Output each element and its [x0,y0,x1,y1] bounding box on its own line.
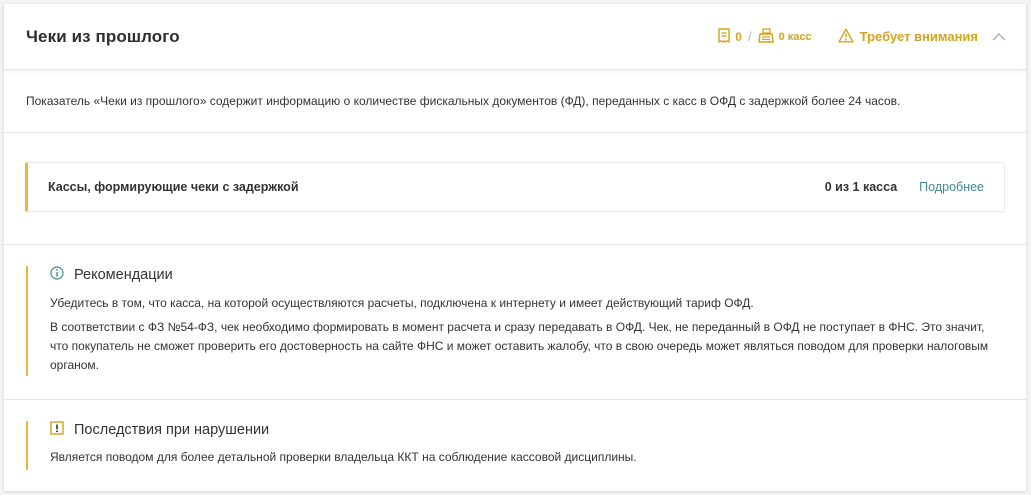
consequences-text: Является поводом для более детальной про… [50,450,637,464]
info-icon [50,266,74,284]
consequences-title-text: Последствия при нарушении [74,422,270,438]
receipts-stat: 0 [718,27,742,46]
exclamation-box-icon [50,421,74,439]
receipt-icon [718,27,735,46]
receipts-count: 0 [735,29,742,44]
indicator-card: Чеки из прошлого 0 / 0 касс Требует вним… [4,4,1026,491]
cash-register-icon [757,27,779,46]
registers-stat: 0 касс [757,27,812,46]
card-title: Чеки из прошлого [26,26,180,46]
recommendation-text-1: Убедитесь в том, что касса, на которой о… [50,296,754,310]
details-link[interactable]: Подробнее [919,180,984,194]
chevron-up-icon[interactable] [992,32,1006,41]
consequences-title: Последствия при нарушении [50,421,1006,439]
header-summary: 0 / 0 касс Требует внимания [718,27,1006,46]
recommendations-title-text: Рекомендации [74,267,173,283]
stat-separator: / [747,29,752,44]
recommendations-title: Рекомендации [50,266,1006,284]
recommendations-section: Рекомендации Убедитесь в том, что касса,… [4,245,1026,400]
status-badge: Требует внимания [837,28,978,46]
consequences-block: Последствия при нарушении Является повод… [26,421,1006,470]
warning-triangle-icon [837,28,860,46]
registers-count: 0 касс [778,30,812,43]
status-text: Требует внимания [859,29,978,44]
registers-row-label: Кассы, формирующие чеки с задержкой [48,180,299,194]
description: Показатель «Чеки из прошлого» содержит и… [4,70,1026,133]
description-text: Показатель «Чеки из прошлого» содержит и… [26,94,901,108]
card-header[interactable]: Чеки из прошлого 0 / 0 касс Требует вним… [4,4,1026,70]
registers-row-count: 0 из 1 касса [824,180,898,194]
recommendations-block: Рекомендации Убедитесь в том, что касса,… [26,266,1006,376]
registers-row: Кассы, формирующие чеки с задержкой 0 из… [25,162,1005,212]
recommendation-text-2: В соответствии с ФЗ №54-ФЗ, чек необходи… [50,320,989,372]
registers-section: Кассы, формирующие чеки с задержкой 0 из… [4,133,1026,245]
consequences-section: Последствия при нарушении Является повод… [4,400,1026,490]
